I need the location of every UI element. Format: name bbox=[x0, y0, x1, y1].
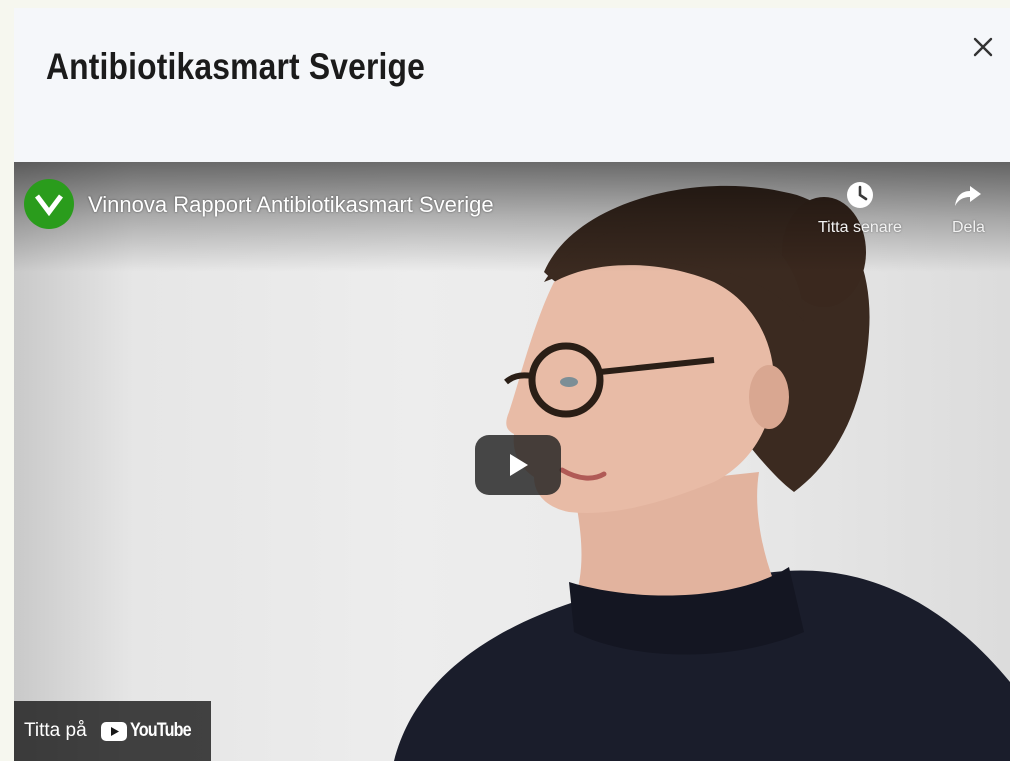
play-button[interactable] bbox=[475, 435, 561, 495]
video-modal: Antibiotikasmart Sverige Vinnova Rapport… bbox=[14, 8, 1010, 761]
channel-logo[interactable] bbox=[24, 179, 74, 229]
share-label: Dela bbox=[952, 219, 985, 236]
youtube-logo-icon bbox=[100, 721, 127, 741]
watch-later-button[interactable]: Titta senare bbox=[818, 180, 902, 237]
play-icon bbox=[510, 454, 528, 476]
clock-icon bbox=[846, 182, 873, 208]
modal-title: Antibiotikasmart Sverige bbox=[46, 46, 426, 87]
vinnova-v-logo-icon bbox=[35, 194, 63, 216]
share-arrow-icon bbox=[955, 186, 982, 206]
watch-on-label: Titta på bbox=[24, 720, 87, 741]
watch-later-label: Titta senare bbox=[818, 219, 902, 236]
youtube-wordmark: YouTube bbox=[129, 720, 192, 741]
close-button[interactable] bbox=[970, 34, 996, 60]
share-button[interactable]: Dela bbox=[952, 180, 985, 237]
video-player[interactable]: Vinnova Rapport Antibiotikasmart Sverige… bbox=[14, 162, 1010, 761]
close-icon bbox=[973, 37, 993, 57]
watch-on-youtube-button[interactable]: Titta på YouTube bbox=[14, 701, 211, 761]
video-title[interactable]: Vinnova Rapport Antibiotikasmart Sverige bbox=[88, 192, 494, 218]
